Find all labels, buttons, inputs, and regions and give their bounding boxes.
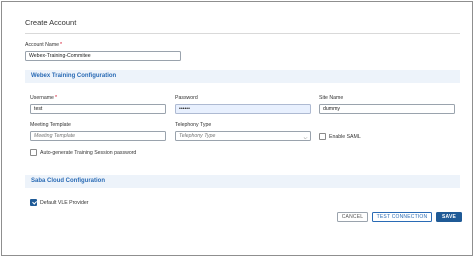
webex-section-header: Webex Training Configuration [25, 70, 460, 83]
meeting-template-input[interactable]: Meeting Template [30, 131, 166, 141]
account-name-label-text: Account Name [25, 42, 60, 48]
create-account-dialog: Create Account Account Name* Webex-Train… [1, 1, 473, 256]
webex-section-title: Webex Training Configuration [31, 73, 117, 79]
username-label-text: Username [30, 95, 54, 101]
telephony-type-label: Telephony Type [175, 122, 212, 128]
password-input[interactable]: •••••• [175, 104, 311, 114]
default-vle-provider-label: Default VLE Provider [40, 200, 89, 206]
required-marker: * [60, 42, 63, 48]
username-input[interactable]: test [30, 104, 166, 114]
auto-generate-password-checkbox[interactable] [30, 149, 37, 156]
password-label: Password [175, 95, 198, 101]
telephony-type-value: Telephony Type [179, 133, 216, 139]
site-name-label: Site Name [319, 95, 344, 101]
enable-saml-checkbox[interactable] [319, 133, 326, 140]
required-marker: * [54, 95, 57, 101]
cancel-button[interactable]: CANCEL [337, 212, 368, 222]
meeting-template-label: Meeting Template [30, 122, 71, 128]
chevron-down-icon: ⌵ [303, 134, 307, 141]
auto-generate-password-label: Auto-generate Training Session password [40, 150, 137, 156]
account-name-input[interactable]: Webex-Training-Commitee [25, 51, 181, 61]
account-name-label: Account Name* [25, 42, 62, 48]
title-divider [25, 33, 460, 34]
telephony-type-select[interactable]: Telephony Type ⌵ [175, 131, 311, 141]
site-name-input[interactable]: dummy [319, 104, 455, 114]
saba-section-title: Saba Cloud Configuration [31, 178, 105, 184]
enable-saml-label: Enable SAML [329, 134, 361, 140]
test-connection-button[interactable]: TEST CONNECTION [372, 212, 432, 222]
save-button[interactable]: SAVE [436, 212, 462, 222]
default-vle-provider-checkbox[interactable] [30, 199, 37, 206]
dialog-title: Create Account [25, 18, 77, 27]
username-label: Username* [30, 95, 57, 101]
saba-section-header: Saba Cloud Configuration [25, 175, 460, 188]
